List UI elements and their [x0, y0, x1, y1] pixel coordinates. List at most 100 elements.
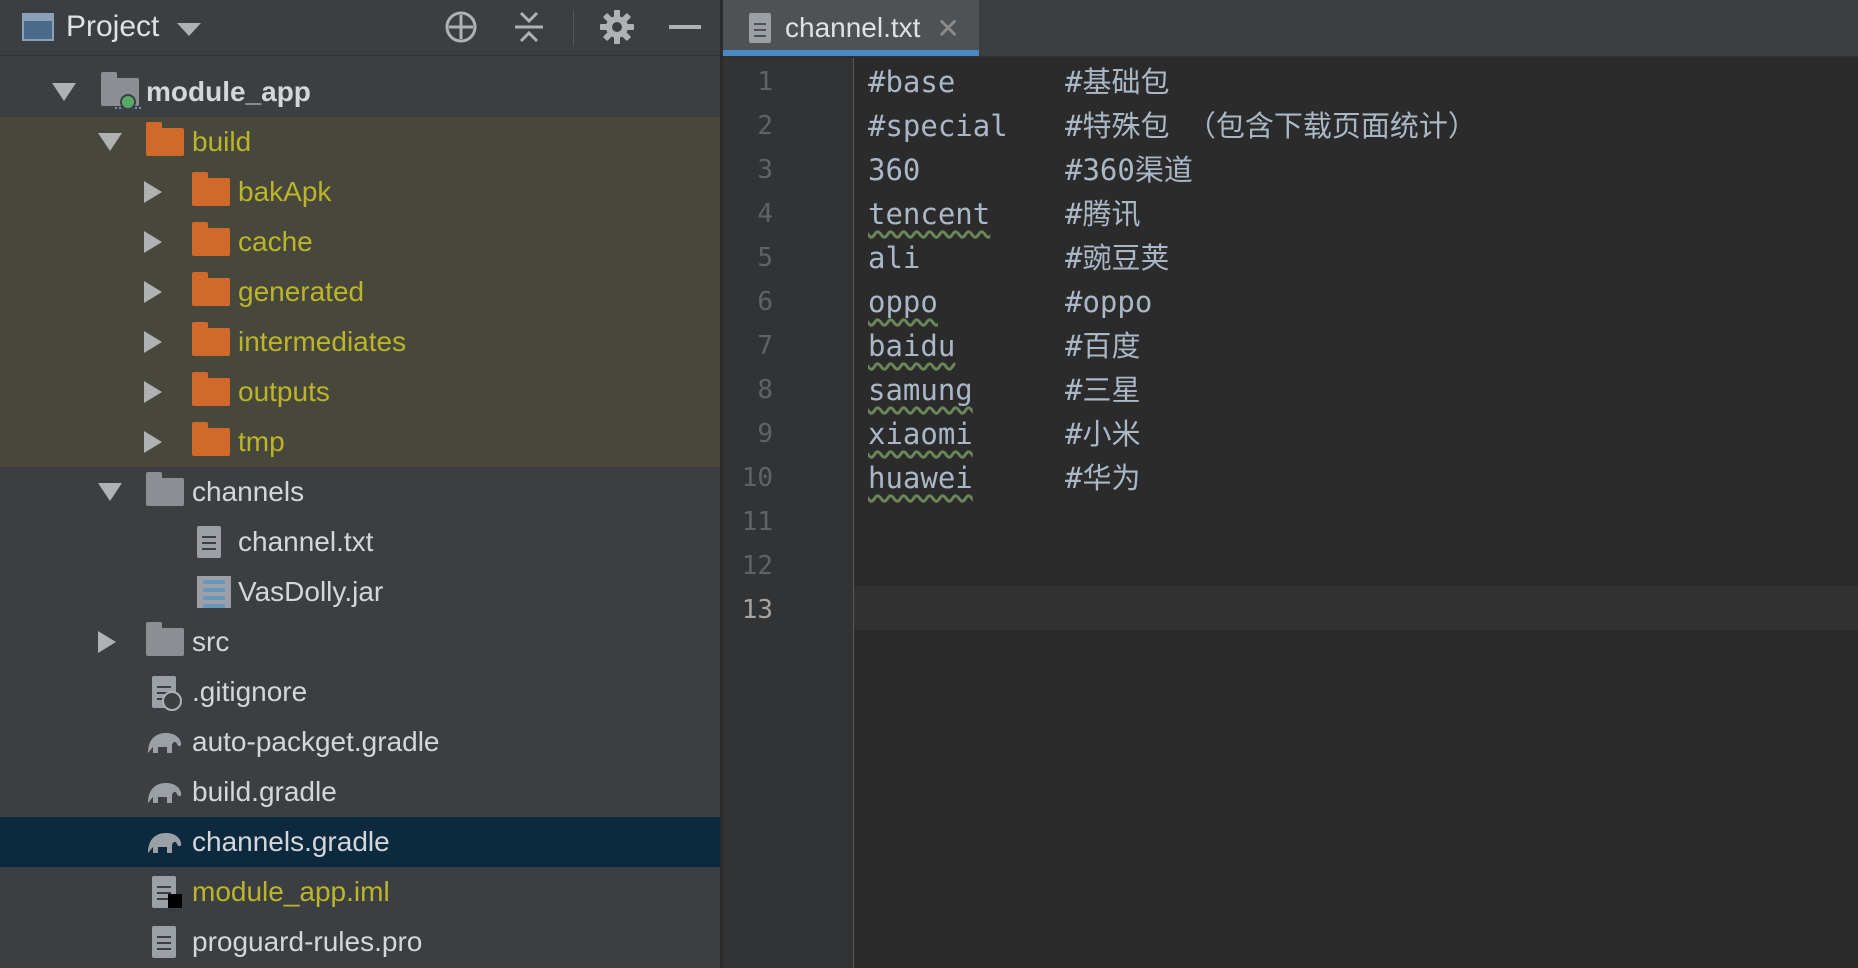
channel-comment: #百度	[1065, 329, 1141, 363]
tree-node-label: proguard-rules.pro	[192, 926, 423, 957]
tree-node-label: src	[192, 626, 230, 657]
tree-node-src[interactable]: src	[0, 617, 720, 667]
channel-comment: #华为	[1065, 461, 1141, 495]
tree-node-label: intermediates	[238, 326, 407, 357]
settings-button[interactable]	[594, 6, 640, 48]
line-number-gutter[interactable]: 1 2 3 4 5 6 7 8 9 10 11 12 13	[723, 58, 854, 968]
tree-node-channel-txt[interactable]: channel.txt	[0, 517, 720, 567]
code-line[interactable]: xiaomi #小米	[868, 412, 1140, 456]
active-tab-indicator	[723, 50, 979, 56]
header-separator	[573, 10, 574, 46]
expand-arrow-icon[interactable]	[98, 483, 122, 501]
collapse-arrow-icon[interactable]	[144, 331, 162, 353]
code-line[interactable]: 360 #360渠道	[868, 148, 1193, 192]
tree-node-channels-gradle[interactable]: channels.gradle	[0, 817, 720, 867]
tree-node-tmp[interactable]: tmp	[0, 417, 720, 467]
tree-node-label: build	[192, 126, 252, 157]
tree-node-gitignore[interactable]: .gitignore	[0, 667, 720, 717]
iml-badge-icon	[168, 894, 182, 908]
tree-node-label: channel.txt	[238, 526, 374, 557]
tab-label: channel.txt	[785, 12, 921, 43]
tree-node-label: .gitignore	[192, 676, 308, 707]
tree-node-generated[interactable]: generated	[0, 267, 720, 317]
expand-arrow-icon[interactable]	[52, 83, 76, 101]
module-status-icon	[120, 94, 136, 110]
tree-node-cache[interactable]: cache	[0, 217, 720, 267]
collapse-arrow-icon[interactable]	[144, 231, 162, 253]
tree-node-label: generated	[238, 276, 365, 307]
collapse-arrow-icon[interactable]	[98, 631, 116, 653]
collapse-arrow-icon[interactable]	[144, 431, 162, 453]
collapse-all-button[interactable]	[506, 6, 552, 48]
tree-node-vasdolly-jar[interactable]: VasDolly.jar	[0, 567, 720, 617]
excluded-folder-icon	[192, 422, 230, 456]
tree-node-bakapk[interactable]: bakApk	[0, 167, 720, 217]
expand-arrow-icon[interactable]	[98, 133, 122, 151]
code-line[interactable]: huawei #华为	[868, 456, 1140, 500]
tree-node-channels[interactable]: channels	[0, 467, 720, 517]
tree-node-auto-packget-gradle[interactable]: auto-packget.gradle	[0, 717, 720, 767]
hide-panel-button[interactable]	[662, 6, 708, 48]
tree-node-label: tmp	[238, 426, 285, 457]
tree-node-label: auto-packget.gradle	[192, 726, 440, 757]
tree-node-label: module_app	[146, 76, 311, 107]
channel-comment: #360渠道	[1065, 153, 1193, 187]
channel-comment: #基础包	[1065, 65, 1170, 99]
line-number-current: 13	[741, 595, 773, 625]
tree-node-build-gradle[interactable]: build.gradle	[0, 767, 720, 817]
line-number: 10	[741, 463, 773, 493]
channel-key: baidu	[868, 329, 956, 363]
minimize-icon	[669, 25, 701, 29]
tree-node-label: channels	[192, 476, 305, 507]
tree-node-label: outputs	[238, 376, 330, 407]
project-view-selector[interactable]: Project	[22, 6, 202, 48]
collapse-all-icon	[515, 11, 543, 43]
code-line[interactable]: #special #特殊包 （包含下载页面统计）	[868, 104, 1477, 148]
line-number: 2	[757, 111, 773, 141]
line-number: 7	[757, 331, 773, 361]
locate-file-button[interactable]	[438, 6, 484, 48]
channel-key: 360	[868, 153, 921, 187]
channel-key: xiaomi	[868, 417, 973, 451]
editor: channel.txt ✕ 1 2 3 4 5 6 7 8 9 10 11 12…	[723, 0, 1858, 968]
line-number: 8	[757, 375, 773, 405]
tree-node-label: build.gradle	[192, 776, 337, 807]
channel-comment: #小米	[1065, 417, 1141, 451]
line-number: 12	[741, 551, 773, 581]
collapse-arrow-icon[interactable]	[144, 181, 162, 203]
tree-node-intermediates[interactable]: intermediates	[0, 317, 720, 367]
code-line[interactable]: tencent #腾讯	[868, 192, 1140, 236]
text-file-icon	[197, 526, 221, 558]
editor-tab-bar: channel.txt ✕	[723, 0, 1858, 57]
tree-node-build[interactable]: build	[0, 117, 720, 167]
channel-key: tencent	[868, 197, 991, 231]
tree-node-proguard-rules[interactable]: proguard-rules.pro	[0, 917, 720, 967]
folder-icon	[146, 472, 184, 506]
code-line[interactable]: baidu #百度	[868, 324, 1140, 368]
tree-node-label: channels.gradle	[192, 826, 390, 857]
code-line[interactable]: samung #三星	[868, 368, 1140, 412]
collapse-arrow-icon[interactable]	[144, 381, 162, 403]
ignore-badge-icon	[162, 691, 182, 711]
folder-icon	[146, 622, 184, 656]
close-icon[interactable]: ✕	[936, 12, 959, 45]
code-line[interactable]: #base #基础包	[868, 60, 1169, 104]
channel-key: #base	[868, 65, 956, 99]
tree-node-module-app-iml[interactable]: module_app.iml	[0, 867, 720, 917]
code-line[interactable]: oppo #oppo	[868, 280, 1152, 324]
project-panel-title: Project	[66, 10, 160, 43]
channel-key: samung	[868, 373, 973, 407]
line-number: 6	[757, 287, 773, 317]
tree-node-outputs[interactable]: outputs	[0, 367, 720, 417]
channel-comment: #腾讯	[1065, 197, 1141, 231]
project-panel-header: Project	[0, 0, 720, 56]
crosshair-icon	[445, 11, 477, 43]
tab-channel-txt[interactable]: channel.txt ✕	[723, 0, 979, 56]
code-line[interactable]: ali #豌豆荚	[868, 236, 1169, 280]
channel-key: huawei	[868, 461, 973, 495]
jar-file-icon	[197, 576, 231, 608]
collapse-arrow-icon[interactable]	[144, 281, 162, 303]
gradle-elephant-icon	[148, 783, 182, 803]
text-file-icon	[749, 13, 771, 43]
tree-node-module-app[interactable]: module_app	[0, 67, 720, 117]
